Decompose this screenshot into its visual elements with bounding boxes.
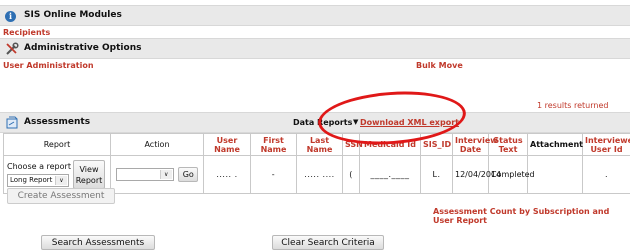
col-attachment: Attachment [527, 133, 583, 156]
recipients-link[interactable]: Recipients [3, 28, 50, 37]
first-name-cell: - [250, 155, 297, 194]
interview-date-cell: 12/04/2014 [452, 155, 501, 194]
sis-id-cell: L. [420, 155, 453, 194]
create-assessment-button[interactable]: Create Assessment [7, 188, 115, 204]
admin-title: Administrative Options [24, 43, 142, 53]
interviewer-user-id-cell: . [582, 155, 630, 194]
clear-search-criteria-button[interactable]: Clear Search Criteria [272, 235, 384, 250]
action-select[interactable]: ∨ [115, 168, 174, 181]
chevron-down-icon: ∨ [55, 175, 67, 185]
results-count: 1 results returned [537, 101, 609, 110]
action-cell: ∨ Go [110, 155, 204, 194]
view-report-button[interactable]: View Report [73, 159, 105, 189]
col-interviewer-user-id[interactable]: Interviewer User Id [582, 133, 630, 156]
col-report: Report [3, 133, 111, 156]
col-first-name[interactable]: First Name [250, 133, 297, 156]
user-name-cell: ..... . [203, 155, 251, 194]
info-icon: i [5, 11, 16, 22]
chevron-down-icon: ∨ [159, 170, 172, 179]
assessment-count-link[interactable]: Assessment Count by Subscription and Use… [433, 207, 630, 225]
modules-header-bar: i SIS Online Modules [0, 5, 630, 26]
assessments-icon [6, 116, 19, 129]
table-header-row: Report Action User Name First Name Last … [3, 133, 630, 156]
choose-report-label: Choose a report [7, 161, 71, 171]
report-type-select[interactable]: Long Report ∨ [7, 173, 69, 187]
last-name-cell: ..... .... [296, 155, 343, 194]
assessments-title: Assessments [24, 117, 91, 127]
col-user-name[interactable]: User Name [203, 133, 251, 156]
user-administration-link[interactable]: User Administration [3, 61, 94, 70]
col-interview-date[interactable]: Interview Date [452, 133, 498, 156]
medicaid-id-cell: ____.____ [359, 155, 421, 194]
assessments-header-bar: Assessments Data Reports ▼ Download XML … [0, 112, 630, 133]
ssn-cell: ( [342, 155, 360, 194]
col-action: Action [110, 133, 204, 156]
bulk-move-link[interactable]: Bulk Move [416, 61, 463, 70]
col-status-text[interactable]: Status Text [488, 133, 528, 156]
tools-icon [5, 42, 19, 56]
assessments-table: Report Action User Name First Name Last … [3, 133, 630, 194]
modules-title: SIS Online Modules [24, 10, 122, 20]
admin-header-bar: Administrative Options [0, 38, 630, 59]
attachment-cell [527, 155, 583, 194]
go-button[interactable]: Go [178, 167, 199, 182]
report-type-value: Long Report [10, 175, 53, 184]
search-assessments-button[interactable]: Search Assessments [41, 235, 155, 250]
status-text-cell: Completed [488, 155, 535, 194]
